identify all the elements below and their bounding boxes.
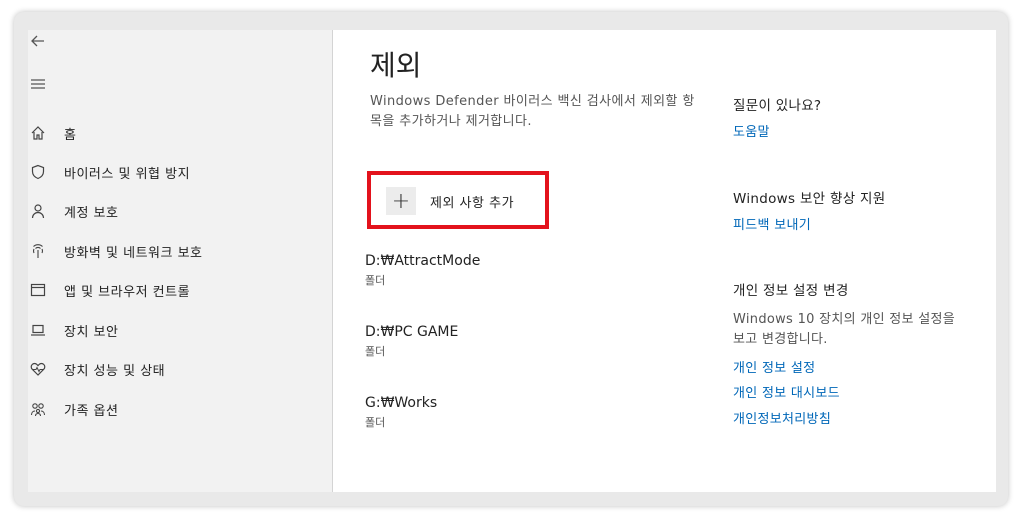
back-arrow-icon[interactable]: [30, 33, 48, 51]
sidebar-item-label: 가족 옵션: [64, 403, 119, 419]
sidebar-item-label: 계정 보호: [64, 205, 119, 221]
question-heading: 질문이 있나요?: [733, 98, 822, 114]
page-description: Windows Defender 바이러스 백신 검사에서 제외할 항목을 추가…: [370, 94, 695, 129]
exclusion-path: D:₩AttractMode: [365, 253, 481, 269]
sidebar-item-label: 장치 성능 및 상태: [64, 363, 166, 379]
privacy-settings-link[interactable]: 개인 정보 설정: [733, 357, 815, 376]
sidebar-item-label: 방화벽 및 네트워크 보호: [64, 245, 203, 261]
home-icon: [29, 124, 47, 142]
exclusion-type: 폴더: [365, 416, 386, 429]
sidebar-item-label: 앱 및 브라우저 컨트롤: [64, 284, 191, 300]
family-icon: [29, 400, 47, 418]
sidebar-item-label: 바이러스 및 위협 방지: [64, 166, 191, 182]
exclusion-item[interactable]: D:₩PC GAME 폴더: [365, 324, 585, 359]
privacy-heading: 개인 정보 설정 변경: [733, 283, 849, 299]
privacy-description: Windows 10 장치의 개인 정보 설정을 보고 변경합니다.: [733, 312, 956, 347]
exclusion-item[interactable]: D:₩AttractMode 폴더: [365, 253, 585, 288]
sidebar: 홈 바이러스 및 위협 방지 계정 보호 방화벽 및 네트워크 보호 앱 및 브…: [28, 30, 333, 492]
sidebar-item-firewall[interactable]: 방화벽 및 네트워크 보호: [28, 238, 328, 264]
shield-icon: [29, 163, 47, 181]
sidebar-item-account-protection[interactable]: 계정 보호: [28, 198, 328, 224]
privacy-statement-link[interactable]: 개인정보처리방침: [733, 408, 831, 427]
sidebar-item-label: 홈: [64, 127, 77, 143]
wifi-icon: [29, 242, 47, 260]
sidebar-item-home[interactable]: 홈: [28, 120, 328, 146]
sidebar-item-device-performance[interactable]: 장치 성능 및 상태: [28, 356, 328, 382]
sidebar-item-device-security[interactable]: 장치 보안: [28, 317, 328, 343]
browser-icon: [29, 281, 47, 299]
privacy-dashboard-link[interactable]: 개인 정보 대시보드: [733, 382, 840, 401]
heart-icon: [29, 360, 47, 378]
improve-heading: Windows 보안 향상 지원: [733, 191, 886, 207]
main-content: 제외 Windows Defender 바이러스 백신 검사에서 제외할 항목을…: [333, 30, 996, 492]
sidebar-item-family-options[interactable]: 가족 옵션: [28, 396, 328, 422]
hamburger-menu-icon[interactable]: [30, 76, 48, 94]
windows-security-window: 홈 바이러스 및 위협 방지 계정 보호 방화벽 및 네트워크 보호 앱 및 브…: [28, 30, 996, 492]
help-link[interactable]: 도움말: [733, 121, 770, 140]
sidebar-item-label: 장치 보안: [64, 324, 119, 340]
exclusion-type: 폴더: [365, 274, 386, 287]
plus-icon: +: [386, 187, 416, 215]
exclusion-path: G:₩Works: [365, 395, 438, 411]
sidebar-item-app-browser-control[interactable]: 앱 및 브라우저 컨트롤: [28, 277, 328, 303]
exclusion-item[interactable]: G:₩Works 폴더: [365, 395, 585, 430]
add-exclusion-button[interactable]: + 제외 사항 추가: [386, 187, 540, 215]
person-icon: [29, 202, 47, 220]
add-exclusion-label: 제외 사항 추가: [430, 195, 515, 211]
exclusion-path: D:₩PC GAME: [365, 324, 459, 340]
laptop-icon: [29, 321, 47, 339]
exclusion-type: 폴더: [365, 345, 386, 358]
sidebar-item-virus-protection[interactable]: 바이러스 및 위협 방지: [28, 159, 328, 185]
feedback-link[interactable]: 피드백 보내기: [733, 214, 811, 233]
page-title: 제외: [370, 49, 422, 82]
highlight-box: + 제외 사항 추가: [367, 171, 549, 229]
